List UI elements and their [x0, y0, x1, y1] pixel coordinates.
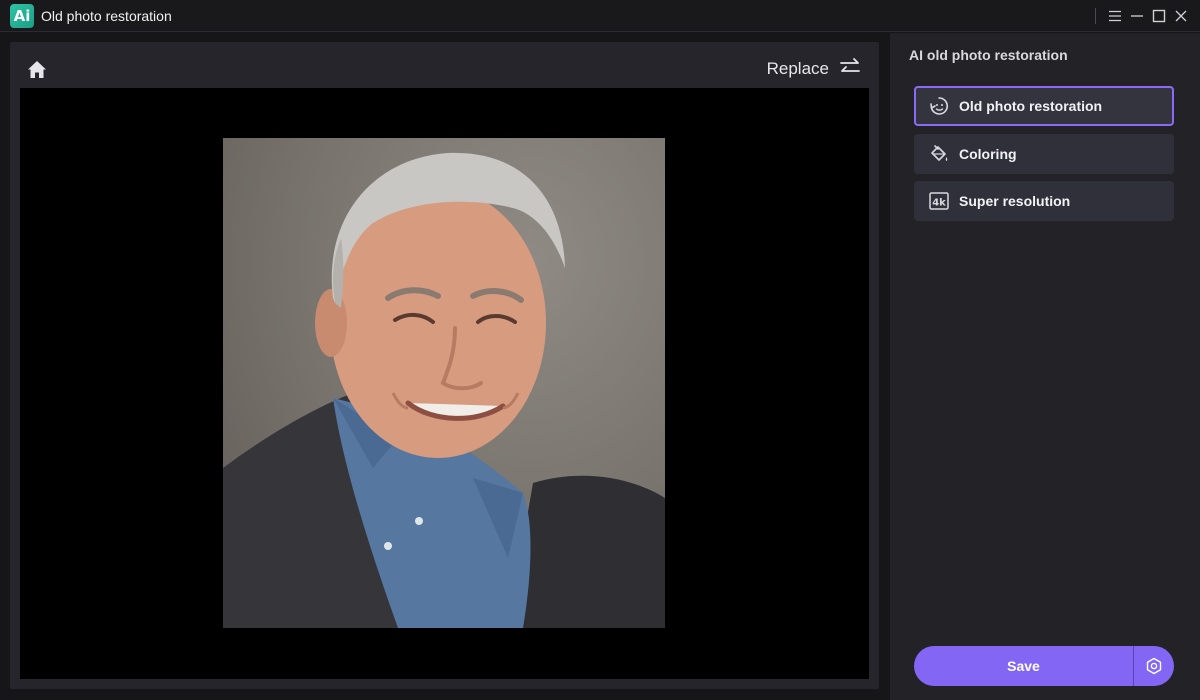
replace-label: Replace	[766, 59, 829, 78]
portrait-photo	[223, 138, 665, 628]
replace-button[interactable]: Replace	[767, 56, 861, 82]
window-controls	[1095, 0, 1192, 32]
option-coloring[interactable]: Coloring	[914, 134, 1174, 174]
svg-text:4k: 4k	[932, 198, 946, 209]
option-label: Coloring	[959, 146, 1017, 162]
option-super-resolution[interactable]: 4k Super resolution	[914, 181, 1174, 221]
sidebar-title: AI old photo restoration	[909, 47, 1068, 63]
save-button[interactable]: Save	[914, 646, 1133, 686]
title-bar: Ai Old photo restoration	[0, 0, 1200, 32]
app-logo-text: Ai	[13, 6, 31, 25]
paint-bucket-icon	[929, 144, 949, 164]
close-icon[interactable]	[1170, 5, 1192, 27]
options-sidebar: AI old photo restoration Old photo resto…	[890, 33, 1200, 700]
restore-face-icon	[929, 96, 949, 116]
minimize-icon[interactable]	[1126, 5, 1148, 27]
hexagon-settings-icon[interactable]	[1134, 646, 1174, 686]
save-group: Save	[914, 646, 1174, 686]
option-label: Super resolution	[959, 193, 1071, 209]
4k-icon: 4k	[929, 191, 949, 211]
editor-panel: Replace	[10, 42, 879, 689]
option-old-photo-restoration[interactable]: Old photo restoration	[914, 86, 1174, 126]
app-logo: Ai	[10, 3, 34, 28]
menu-icon[interactable]	[1104, 5, 1126, 27]
window-controls-divider	[1095, 8, 1096, 24]
home-icon[interactable]	[26, 58, 48, 80]
window-title: Old photo restoration	[41, 7, 172, 24]
swap-arrows-icon	[839, 57, 861, 82]
option-label: Old photo restoration	[959, 98, 1103, 114]
maximize-icon[interactable]	[1148, 5, 1170, 27]
image-canvas[interactable]	[20, 88, 869, 679]
